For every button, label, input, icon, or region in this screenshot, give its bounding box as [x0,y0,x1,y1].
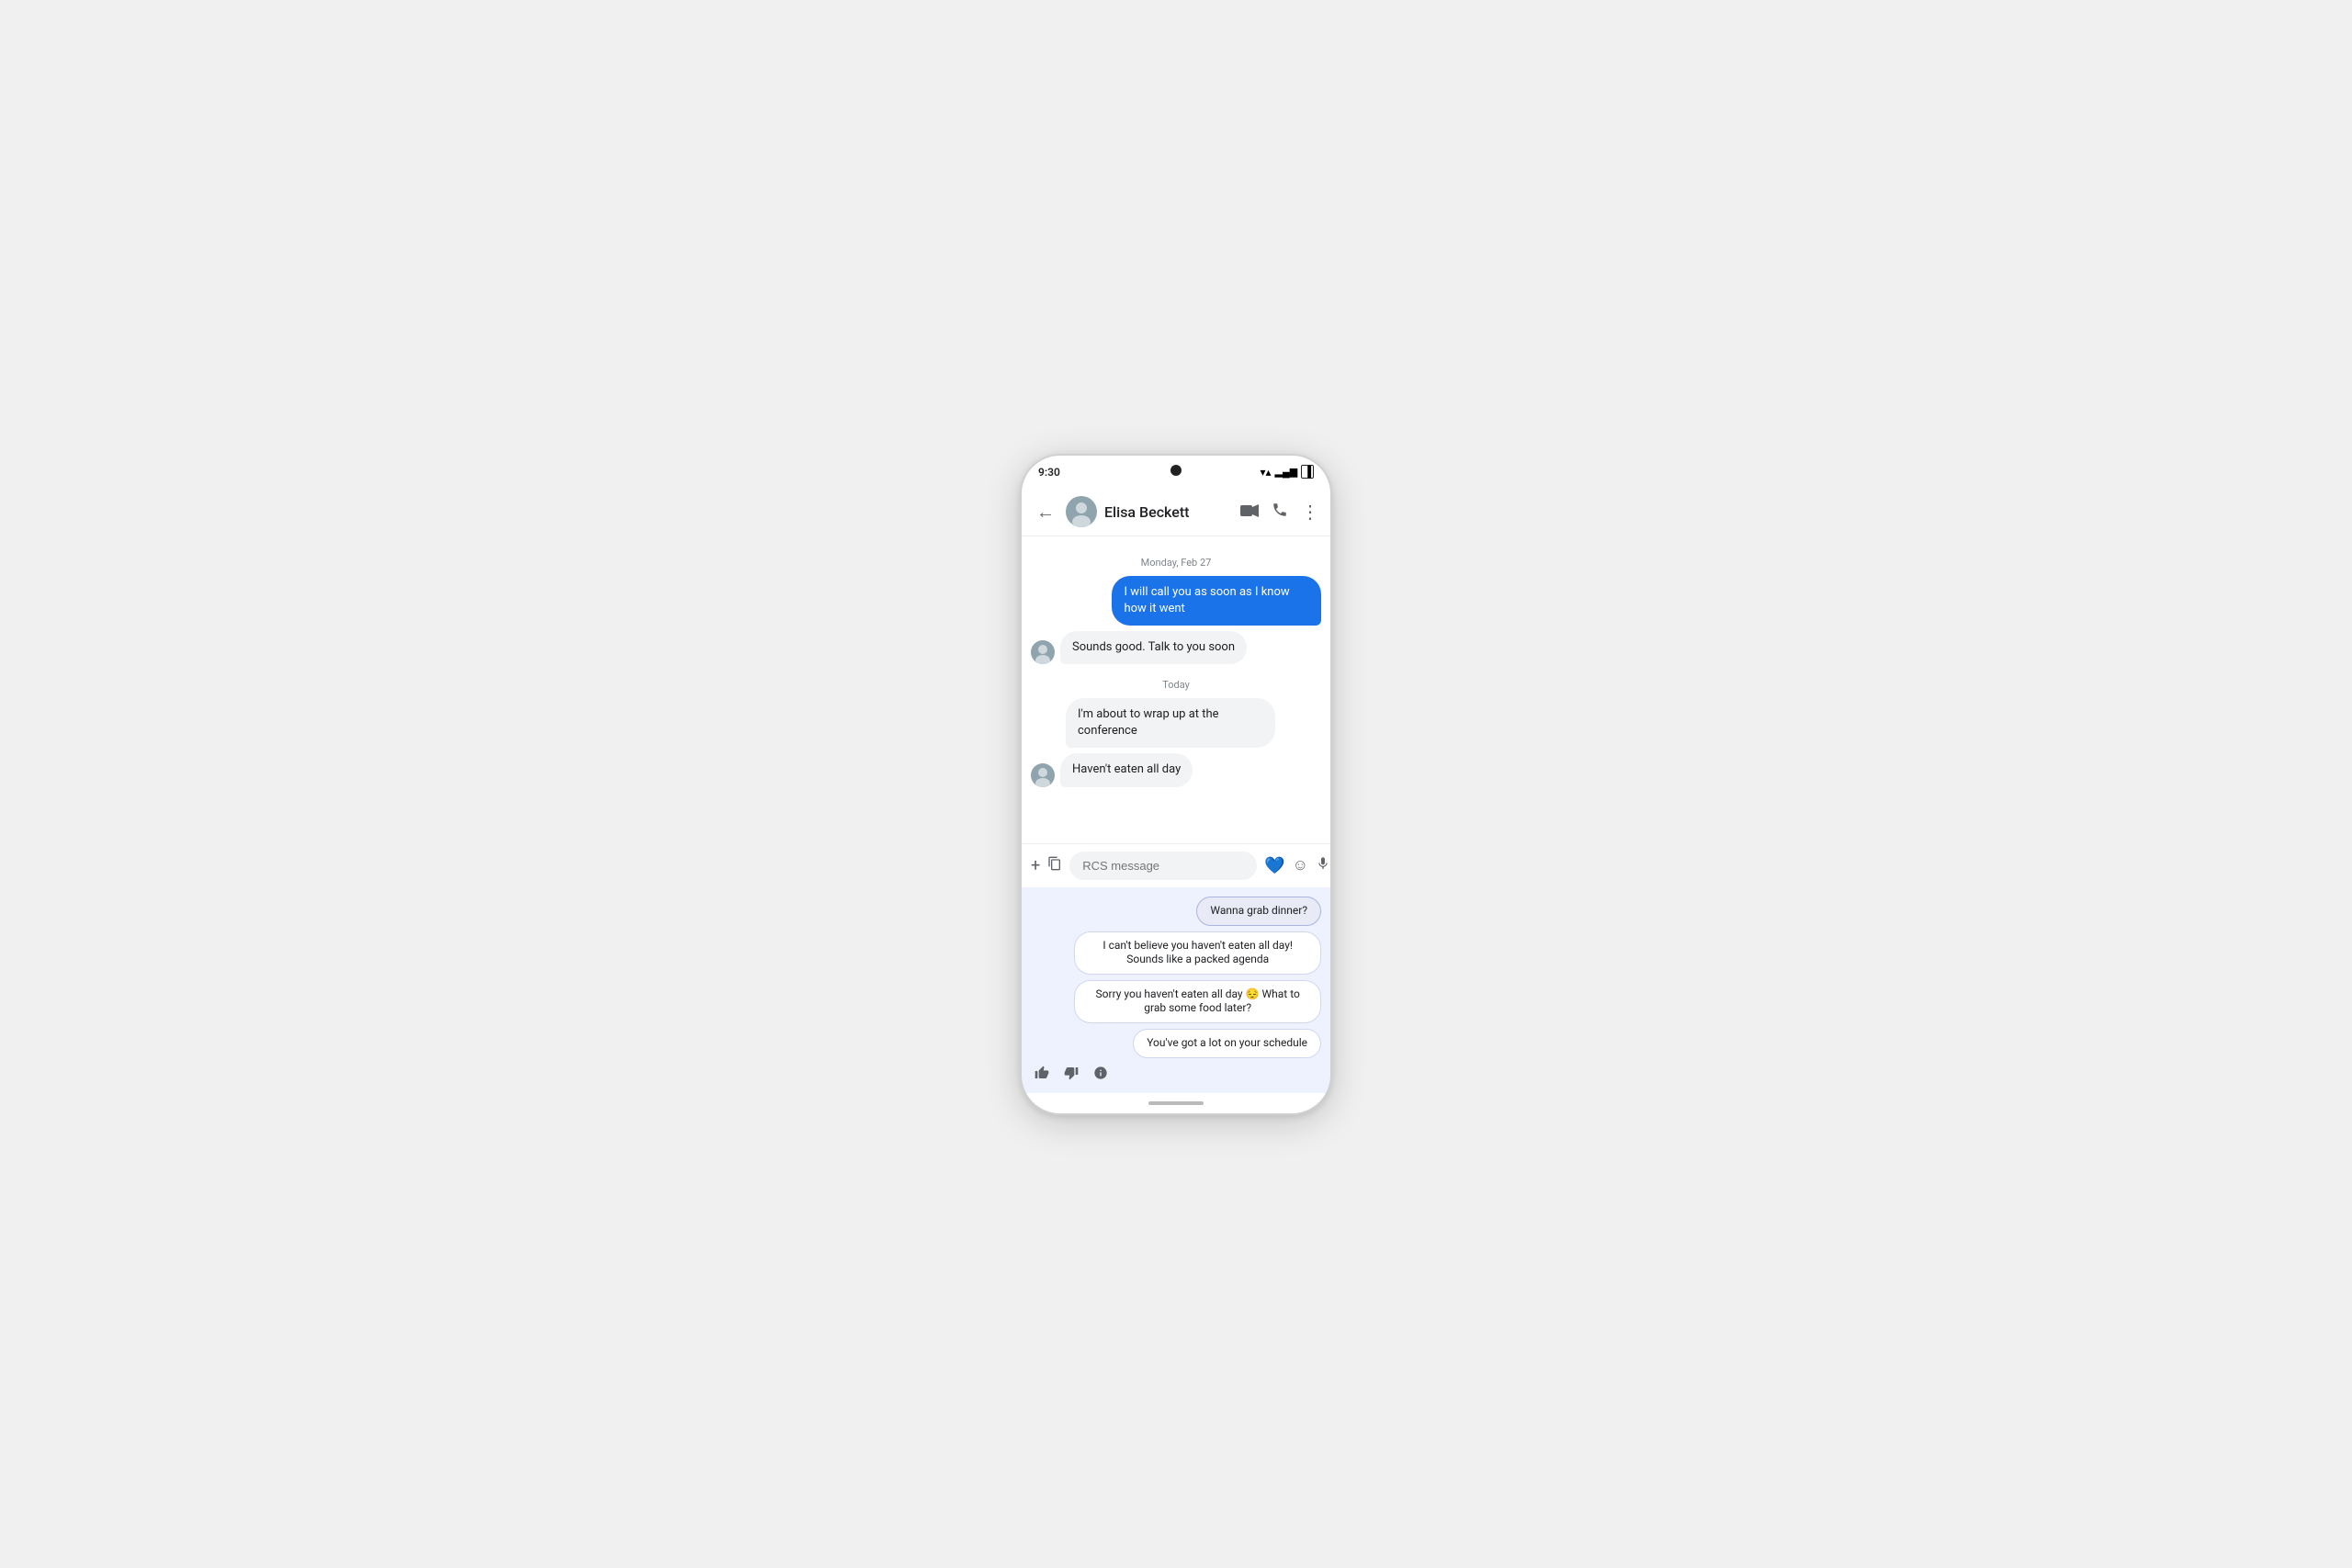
avatar [1031,640,1055,664]
heart-icon[interactable]: 💙 [1264,856,1284,875]
mic-button[interactable] [1316,854,1330,877]
suggestion-chip[interactable]: I can't believe you haven't eaten all da… [1074,931,1321,975]
header-actions: ⋮ [1240,501,1319,523]
front-camera [1170,465,1182,476]
contact-avatar [1066,496,1097,527]
copy-button[interactable] [1047,856,1062,874]
video-call-button[interactable] [1240,502,1259,522]
signal-icon: ▂▄▆ [1274,466,1297,478]
home-indicator-bar [1022,1093,1330,1113]
info-button[interactable] [1093,1066,1108,1084]
message-row: Sounds good. Talk to you soon [1031,631,1321,664]
status-bar: 9:30 ▾▴ ▂▄▆ ▐ [1022,456,1330,489]
avatar [1031,763,1055,787]
phone-frame: 9:30 ▾▴ ▂▄▆ ▐ ← Elisa Beckett [1020,454,1332,1115]
suggestion-row-2: I can't believe you haven't eaten all da… [1031,931,1321,975]
suggestion-row-1: Wanna grab dinner? [1031,897,1321,926]
emoji-button[interactable]: ☺ [1293,856,1308,874]
suggestion-row-4: You've got a lot on your schedule [1031,1029,1321,1058]
chat-area: Monday, Feb 27 I will call you as soon a… [1022,536,1330,843]
suggestion-chip[interactable]: Sorry you haven't eaten all day 😔 What t… [1074,980,1321,1023]
contact-name: Elisa Beckett [1104,503,1233,521]
suggestion-chip[interactable]: Wanna grab dinner? [1196,897,1321,926]
suggestion-chip[interactable]: You've got a lot on your schedule [1133,1029,1321,1058]
rcs-message-input[interactable] [1069,852,1257,880]
received-bubble: Sounds good. Talk to you soon [1060,631,1247,664]
home-indicator [1148,1101,1204,1105]
input-bar: + 💙 ☺ [1022,843,1330,887]
app-header: ← Elisa Beckett ⋮ [1022,489,1330,536]
suggestion-row-3: Sorry you haven't eaten all day 😔 What t… [1031,980,1321,1023]
sent-bubble: I will call you as soon as I know how it… [1112,576,1321,626]
status-icons: ▾▴ ▂▄▆ ▐ [1260,465,1314,479]
message-row: Haven't eaten all day [1031,753,1321,786]
message-row: I will call you as soon as I know how it… [1031,576,1321,626]
thumbs-down-button[interactable] [1064,1066,1079,1084]
message-row: I'm about to wrap up at the conference [1031,698,1321,748]
status-time: 9:30 [1038,466,1060,479]
side-actions [1031,1064,1321,1088]
more-options-button[interactable]: ⋮ [1301,501,1319,523]
back-button[interactable]: ← [1033,497,1058,527]
date-divider-today: Today [1031,679,1321,691]
date-divider-monday: Monday, Feb 27 [1031,557,1321,569]
battery-icon: ▐ [1301,465,1314,479]
thumbs-up-button[interactable] [1035,1066,1049,1084]
received-bubble: Haven't eaten all day [1060,753,1193,786]
received-bubble: I'm about to wrap up at the conference [1066,698,1275,748]
phone-call-button[interactable] [1272,502,1288,523]
wifi-icon: ▾▴ [1260,466,1271,479]
suggestions-area: Wanna grab dinner? I can't believe you h… [1022,887,1330,1093]
add-button[interactable]: + [1031,856,1040,875]
